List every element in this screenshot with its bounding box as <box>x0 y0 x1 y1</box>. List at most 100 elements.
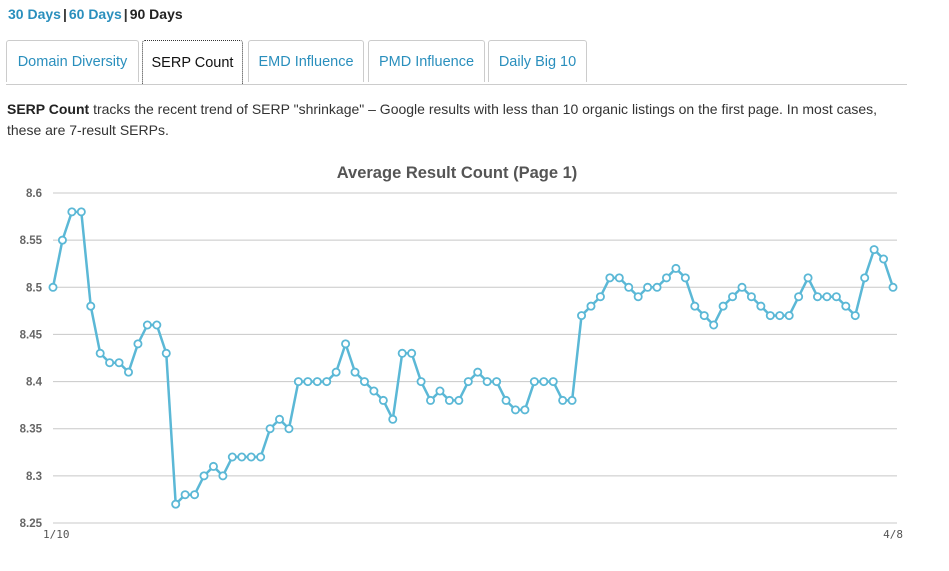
data-point[interactable] <box>784 311 794 321</box>
data-point[interactable] <box>699 311 709 321</box>
data-point[interactable] <box>397 348 407 358</box>
data-point[interactable] <box>416 377 426 387</box>
range-60-days-link[interactable]: 60 Days <box>69 6 122 22</box>
data-point[interactable] <box>539 377 549 387</box>
data-point[interactable] <box>860 273 870 283</box>
data-point[interactable] <box>199 471 209 481</box>
data-point[interactable] <box>869 245 879 255</box>
data-point[interactable] <box>142 320 152 330</box>
x-axis: 1/10 4/8 <box>43 528 903 541</box>
data-point[interactable] <box>482 377 492 387</box>
data-point[interactable] <box>341 339 351 349</box>
data-point[interactable] <box>661 273 671 283</box>
data-point[interactable] <box>812 292 822 302</box>
data-point[interactable] <box>718 301 728 311</box>
data-point[interactable] <box>237 452 247 462</box>
data-point[interactable] <box>756 301 766 311</box>
data-point[interactable] <box>577 311 587 321</box>
data-point[interactable] <box>48 282 58 292</box>
data-point[interactable] <box>435 386 445 396</box>
tab-daily-big-10[interactable]: Daily Big 10 <box>488 40 587 82</box>
tab-emd-influence[interactable]: EMD Influence <box>248 40 364 82</box>
data-point[interactable] <box>171 499 181 509</box>
data-point[interactable] <box>614 273 624 283</box>
data-point[interactable] <box>180 490 190 500</box>
data-point[interactable] <box>888 282 898 292</box>
data-point[interactable] <box>105 358 115 368</box>
data-point[interactable] <box>133 339 143 349</box>
data-point[interactable] <box>595 292 605 302</box>
data-point[interactable] <box>520 405 530 415</box>
data-point[interactable] <box>86 301 96 311</box>
data-point[interactable] <box>161 348 171 358</box>
data-point[interactable] <box>369 386 379 396</box>
data-point[interactable] <box>227 452 237 462</box>
data-point[interactable] <box>322 377 332 387</box>
data-point[interactable] <box>728 292 738 302</box>
data-point[interactable] <box>473 367 483 377</box>
data-point[interactable] <box>190 490 200 500</box>
data-point[interactable] <box>548 377 558 387</box>
data-point[interactable] <box>652 282 662 292</box>
y-tick-label: 8.45 <box>20 329 43 341</box>
data-point[interactable] <box>841 301 851 311</box>
data-point[interactable] <box>303 377 313 387</box>
data-point[interactable] <box>284 424 294 434</box>
range-30-days-link[interactable]: 30 Days <box>8 6 61 22</box>
data-point[interactable] <box>350 367 360 377</box>
data-point[interactable] <box>822 292 832 302</box>
data-point[interactable] <box>794 292 804 302</box>
data-point[interactable] <box>737 282 747 292</box>
data-point[interactable] <box>510 405 520 415</box>
data-point[interactable] <box>775 311 785 321</box>
data-point[interactable] <box>331 367 341 377</box>
data-point[interactable] <box>879 254 889 264</box>
data-point[interactable] <box>378 395 388 405</box>
data-point[interactable] <box>567 395 577 405</box>
data-point[interactable] <box>680 273 690 283</box>
data-point[interactable] <box>246 452 256 462</box>
data-point[interactable] <box>558 395 568 405</box>
data-point[interactable] <box>152 320 162 330</box>
data-point[interactable] <box>114 358 124 368</box>
data-point[interactable] <box>803 273 813 283</box>
data-point[interactable] <box>426 395 436 405</box>
data-point[interactable] <box>407 348 417 358</box>
data-point[interactable] <box>388 414 398 424</box>
data-point[interactable] <box>746 292 756 302</box>
data-point[interactable] <box>624 282 634 292</box>
data-point[interactable] <box>643 282 653 292</box>
data-point[interactable] <box>586 301 596 311</box>
data-point[interactable] <box>529 377 539 387</box>
data-point[interactable] <box>605 273 615 283</box>
data-point[interactable] <box>765 311 775 321</box>
data-point[interactable] <box>501 395 511 405</box>
data-point[interactable] <box>850 311 860 321</box>
data-point[interactable] <box>293 377 303 387</box>
data-point[interactable] <box>454 395 464 405</box>
data-point[interactable] <box>359 377 369 387</box>
data-point[interactable] <box>275 414 285 424</box>
data-point[interactable] <box>76 207 86 217</box>
data-point[interactable] <box>312 377 322 387</box>
data-point[interactable] <box>256 452 266 462</box>
data-point[interactable] <box>690 301 700 311</box>
data-point[interactable] <box>218 471 228 481</box>
tab-serp-count[interactable]: SERP Count <box>142 40 243 84</box>
data-point[interactable] <box>463 377 473 387</box>
data-point[interactable] <box>831 292 841 302</box>
data-point[interactable] <box>633 292 643 302</box>
data-point[interactable] <box>57 235 67 245</box>
data-point[interactable] <box>95 348 105 358</box>
metric-tabs: Domain Diversity SERP Count EMD Influenc… <box>6 40 907 85</box>
data-point[interactable] <box>444 395 454 405</box>
data-point[interactable] <box>709 320 719 330</box>
data-point[interactable] <box>671 263 681 273</box>
data-point[interactable] <box>492 377 502 387</box>
data-point[interactable] <box>124 367 134 377</box>
tab-pmd-influence[interactable]: PMD Influence <box>368 40 485 82</box>
data-point[interactable] <box>67 207 77 217</box>
data-point[interactable] <box>265 424 275 434</box>
tab-domain-diversity[interactable]: Domain Diversity <box>6 40 139 82</box>
data-point[interactable] <box>208 461 218 471</box>
